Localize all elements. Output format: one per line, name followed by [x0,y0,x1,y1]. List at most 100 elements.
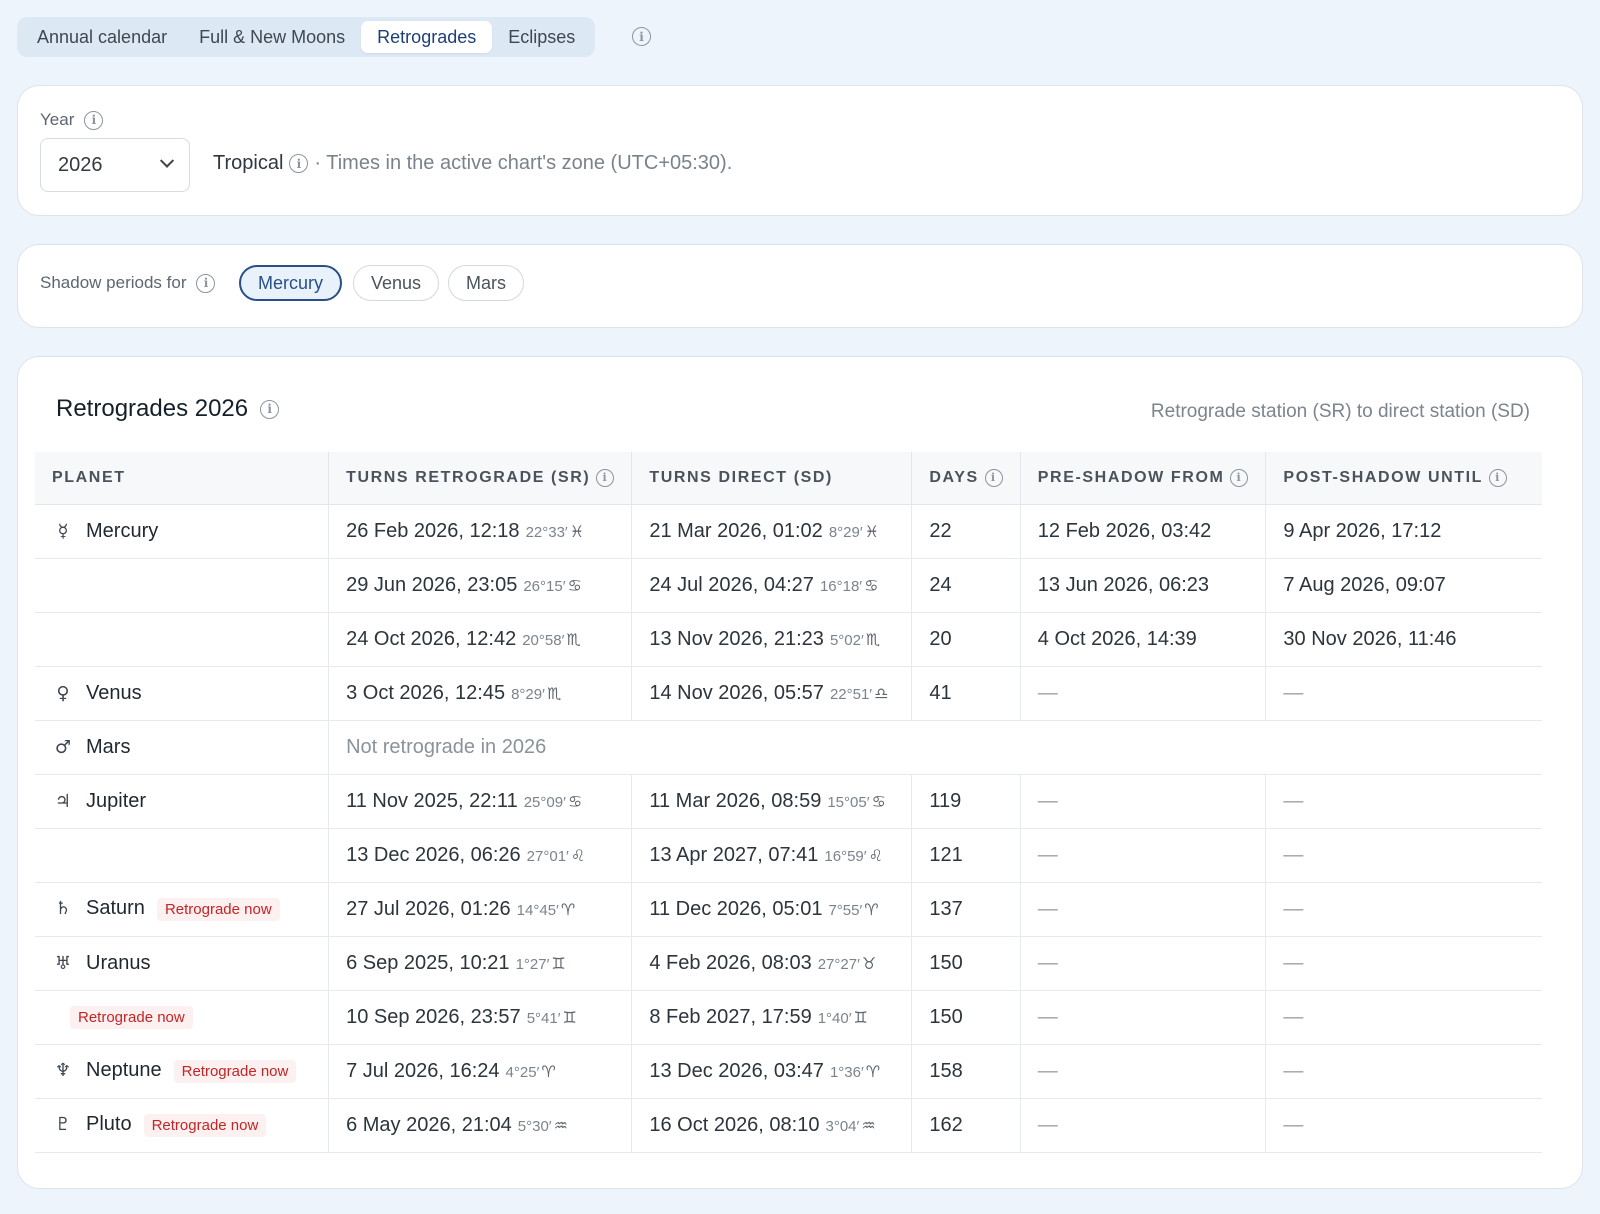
planet-cell: ♃ Jupiter [35,774,330,829]
post-shadow-cell: — [1265,1044,1542,1099]
aquarius-icon: ♒ [861,1115,876,1135]
zodiac-type: Tropical [213,152,284,174]
sr-cell: 13 Dec 2026, 06:26 27°01′ ♌ [328,828,633,883]
planet-cell [35,828,330,883]
cancer-icon: ♋ [864,575,879,595]
pre-shadow-cell: — [1020,828,1267,883]
info-icon[interactable]: i [84,110,104,130]
jupiter-icon: ♃ [54,790,72,812]
table-subtitle: Retrograde station (SR) to direct statio… [1150,401,1530,422]
aries-icon: ♈ [865,1061,881,1081]
col-header-planet: PLANET [35,452,330,505]
table-row: 24 Oct 2026, 12:42 20°58′ ♏ 13 Nov 2026, 2… [35,612,1542,667]
days-cell: 119 [911,774,1021,829]
post-shadow-cell: — [1265,936,1542,991]
sr-cell: 3 Oct 2026, 12:45 8°29′ ♏ [328,666,633,721]
mars-icon: ♂ [54,736,72,758]
gemini-icon: ♊ [562,1007,577,1027]
retrograde-now-badge: Retrograde now [70,1006,193,1029]
planet-cell: Retrograde now [35,990,330,1045]
aquarius-icon: ♒ [553,1115,568,1135]
tab-eclipses[interactable]: Eclipses [492,21,591,53]
scorpio-icon: ♏ [546,683,562,703]
col-header-post-shadow: POST-SHADOW UNTIL i [1265,452,1542,505]
year-select[interactable]: 2026 [40,138,190,192]
shadow-option-mercury[interactable]: Mercury [239,265,343,301]
saturn-icon: ♄ [54,898,72,919]
zodiac-line: Tropical i · Times in the active chart's… [213,152,732,175]
sd-cell: 24 Jul 2026, 04:27 16°18′ ♋ [631,558,913,613]
sr-cell: 24 Oct 2026, 12:42 20°58′ ♏ [328,612,633,667]
pre-shadow-cell: — [1020,936,1267,991]
col-header-sr: TURNS RETROGRADE (SR) i [328,452,633,505]
table-header-row: PLANET TURNS RETROGRADE (SR) i TURNS DIRE… [35,452,1542,505]
info-icon[interactable]: i [196,273,216,293]
pre-shadow-cell: — [1020,666,1267,721]
info-icon[interactable]: i [984,468,1003,487]
days-cell: 162 [911,1098,1021,1153]
info-icon[interactable]: i [289,154,309,173]
days-cell: 24 [911,558,1021,613]
post-shadow-cell: — [1265,666,1542,721]
year-label: Year [40,110,75,129]
neptune-icon: ♆ [54,1060,72,1081]
post-shadow-cell: 30 Nov 2026, 11:46 [1265,612,1542,667]
libra-icon: ♎ [874,683,889,703]
retrogrades-table: PLANET TURNS RETROGRADE (SR) i TURNS DIRE… [35,452,1542,1153]
info-icon[interactable]: i [596,468,615,487]
table-row: ♄ Saturn Retrograde now 27 Jul 2026, 01:26… [35,882,1542,937]
days-cell: 22 [911,504,1021,559]
planet-cell [35,558,330,613]
post-shadow-cell: 9 Apr 2026, 17:12 [1265,504,1542,559]
tab-full-new-moons[interactable]: Full & New Moons [183,21,361,53]
retrograde-now-badge: Retrograde now [156,898,280,921]
sd-cell: 13 Dec 2026, 03:47 1°36′ ♈ [631,1044,913,1099]
planet-cell: ♆ Neptune Retrograde now [35,1044,330,1099]
col-header-pre-shadow: PRE-SHADOW FROM i [1020,452,1267,505]
shadow-option-mars[interactable]: Mars [448,265,524,301]
days-cell: 41 [911,666,1021,721]
shadow-periods-card: Shadow periods for i Mercury Venus Mars [17,244,1583,328]
pre-shadow-cell: 12 Feb 2026, 03:42 [1020,504,1267,559]
year-label-row: Year i [40,110,104,130]
table-title-row: Retrogrades 2026 i [56,395,280,423]
sr-cell: 11 Nov 2025, 22:11 25°09′ ♋ [328,774,633,829]
pre-shadow-cell: 13 Jun 2026, 06:23 [1020,558,1267,613]
sd-cell: 13 Apr 2027, 07:41 16°59′ ♌ [631,828,913,883]
aries-icon: ♈ [541,1061,556,1081]
table-row: ☿ Mercury 26 Feb 2026, 12:18 22°33′ ♓ 21 Ma… [35,504,1542,559]
pisces-icon: ♓ [569,521,585,541]
sd-cell: 13 Nov 2026, 21:23 5°02′ ♏ [631,612,913,667]
pre-shadow-cell: — [1020,1044,1267,1099]
table-row: ♆ Neptune Retrograde now 7 Jul 2026, 16:24… [35,1044,1542,1099]
sr-cell: 6 May 2026, 21:04 5°30′ ♒ [328,1098,633,1153]
info-icon[interactable]: i [260,399,280,419]
info-icon[interactable]: i [1230,468,1249,487]
pre-shadow-cell: 4 Oct 2026, 14:39 [1020,612,1267,667]
days-cell: 20 [911,612,1021,667]
timezone-note: · Times in the active chart's zone (UTC+… [314,152,733,174]
sr-cell: 29 Jun 2026, 23:05 26°15′ ♋ [328,558,633,613]
view-tabs: Annual calendar Full & New Moons Retrogr… [17,17,596,57]
sr-cell: 7 Jul 2026, 16:24 4°25′ ♈ [328,1044,633,1099]
pre-shadow-cell: — [1020,1098,1267,1153]
tab-retrogrades[interactable]: Retrogrades [361,21,493,53]
leo-icon: ♌ [570,845,586,865]
days-cell: 150 [911,990,1021,1045]
shadow-option-venus[interactable]: Venus [353,265,440,301]
planet-cell: ☿ Mercury [35,504,330,559]
info-icon[interactable]: i [632,27,651,46]
info-icon[interactable]: i [1489,468,1508,487]
cancer-icon: ♋ [567,575,582,595]
col-header-sd: TURNS DIRECT (SD) [631,452,913,505]
post-shadow-cell: — [1265,1098,1542,1153]
post-shadow-cell: — [1265,774,1542,829]
table-title: Retrogrades 2026 [56,395,249,422]
pre-shadow-cell: — [1020,990,1267,1045]
sr-cell: 6 Sep 2025, 10:21 1°27′ ♊ [328,936,633,991]
planet-cell: ♇ Pluto Retrograde now [35,1098,330,1153]
sr-cell: 27 Jul 2026, 01:26 14°45′ ♈ [328,882,633,937]
chevron-down-icon [159,153,175,168]
tab-annual-calendar[interactable]: Annual calendar [21,21,183,53]
table-row: 13 Dec 2026, 06:26 27°01′ ♌ 13 Apr 2027, 0… [35,828,1542,883]
